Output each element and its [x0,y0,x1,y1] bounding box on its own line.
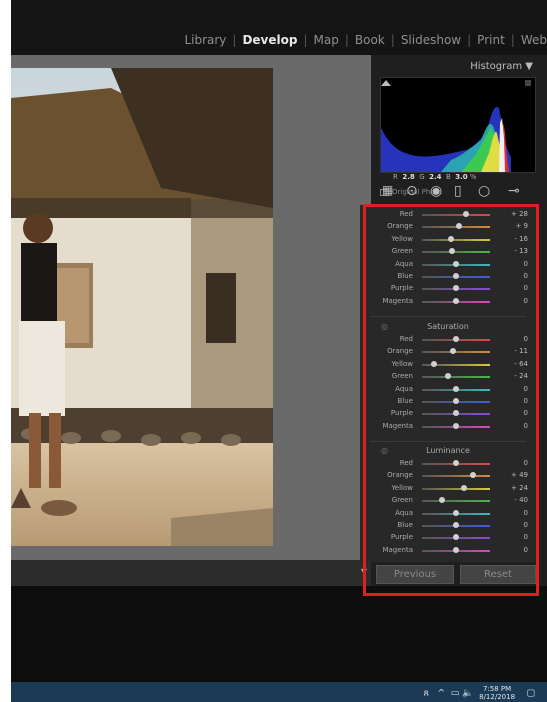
notifications-icon[interactable]: ▢ [526,689,535,699]
photo-preview[interactable] [11,68,273,546]
module-web[interactable]: Web [515,33,547,47]
module-library[interactable]: Library [178,33,232,47]
collapse-triangle-icon: ▼ [525,61,533,72]
toolbar-strip: ▼ [11,560,371,586]
r-value: 2.8 [402,173,415,181]
radial-filter-icon[interactable]: ○ [478,183,490,199]
people-icon[interactable]: ጸ [424,689,429,699]
graduated-filter-icon[interactable]: ▯ [454,183,462,199]
g-label: G [419,173,425,181]
highlight-box [363,204,539,596]
module-book[interactable]: Book [349,33,391,47]
module-print[interactable]: Print [471,33,511,47]
spot-removal-icon[interactable]: ⊙ [406,183,418,199]
histogram-title: Histogram [470,61,523,72]
image-canvas [11,55,371,560]
module-slideshow[interactable]: Slideshow [395,33,467,47]
b-value: 3.0 [455,173,468,181]
module-picker-bar: Library | Develop | Map | Book | Slideshow | Print… [11,0,547,55]
histogram-graph [381,80,531,172]
histogram-readout: R 2.8 G 2.4 B 3.0 % [393,173,477,181]
red-eye-icon[interactable]: ◉ [430,183,442,199]
network-icon[interactable]: ▭ [451,689,460,699]
clock-date: 8/12/2018 [479,693,516,701]
r-label: R [393,173,398,181]
windows-taskbar: ጸ ^ ▭ 🔈 7:58 PM 8/12/2018 ▢ [11,682,547,702]
g-value: 2.4 [429,173,442,181]
histogram-header[interactable]: Histogram ▼ [470,61,533,72]
module-picker: Library | Develop | Map | Book | Slideshow | Print… [178,33,547,47]
module-map[interactable]: Map [308,33,345,47]
clock-time: 7:58 PM [482,685,512,693]
chevron-up-icon[interactable]: ^ [438,689,446,699]
clock[interactable]: 7:58 PM 8/12/2018 [479,685,515,701]
histogram [380,77,536,173]
adjustment-brush-icon[interactable]: ⊸ [508,183,520,199]
filmstrip-area [11,586,547,682]
b-label: B [445,173,451,181]
crop-grid-icon[interactable]: ▦ [382,183,393,197]
volume-icon[interactable]: 🔈 [462,689,473,699]
system-tray: ጸ ^ ▭ 🔈 7:58 PM 8/12/2018 ▢ [424,685,535,701]
percent-unit: % [469,173,477,181]
module-develop[interactable]: Develop [236,33,303,47]
module-separator: | [303,33,308,47]
photo-image [11,68,273,546]
